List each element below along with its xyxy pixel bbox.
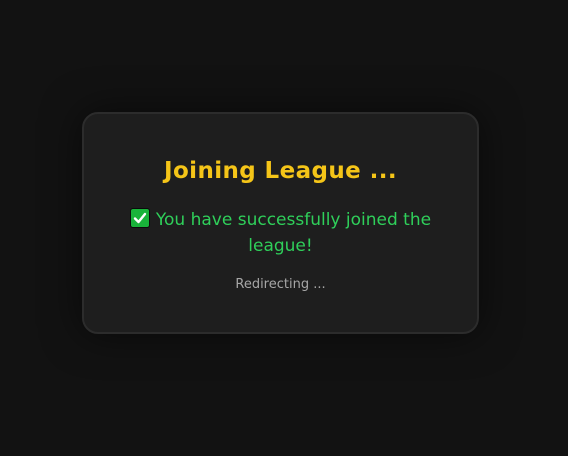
dialog-title: Joining League ... [164,158,397,184]
page: Joining League ... You have successfully… [0,0,568,456]
redirect-status: Redirecting ... [235,277,326,292]
success-message: You have successfully joined the league! [155,210,432,256]
join-league-card: Joining League ... You have successfully… [82,112,479,334]
check-mark-icon [129,208,150,228]
success-message-row: You have successfully joined the league! [124,207,437,259]
